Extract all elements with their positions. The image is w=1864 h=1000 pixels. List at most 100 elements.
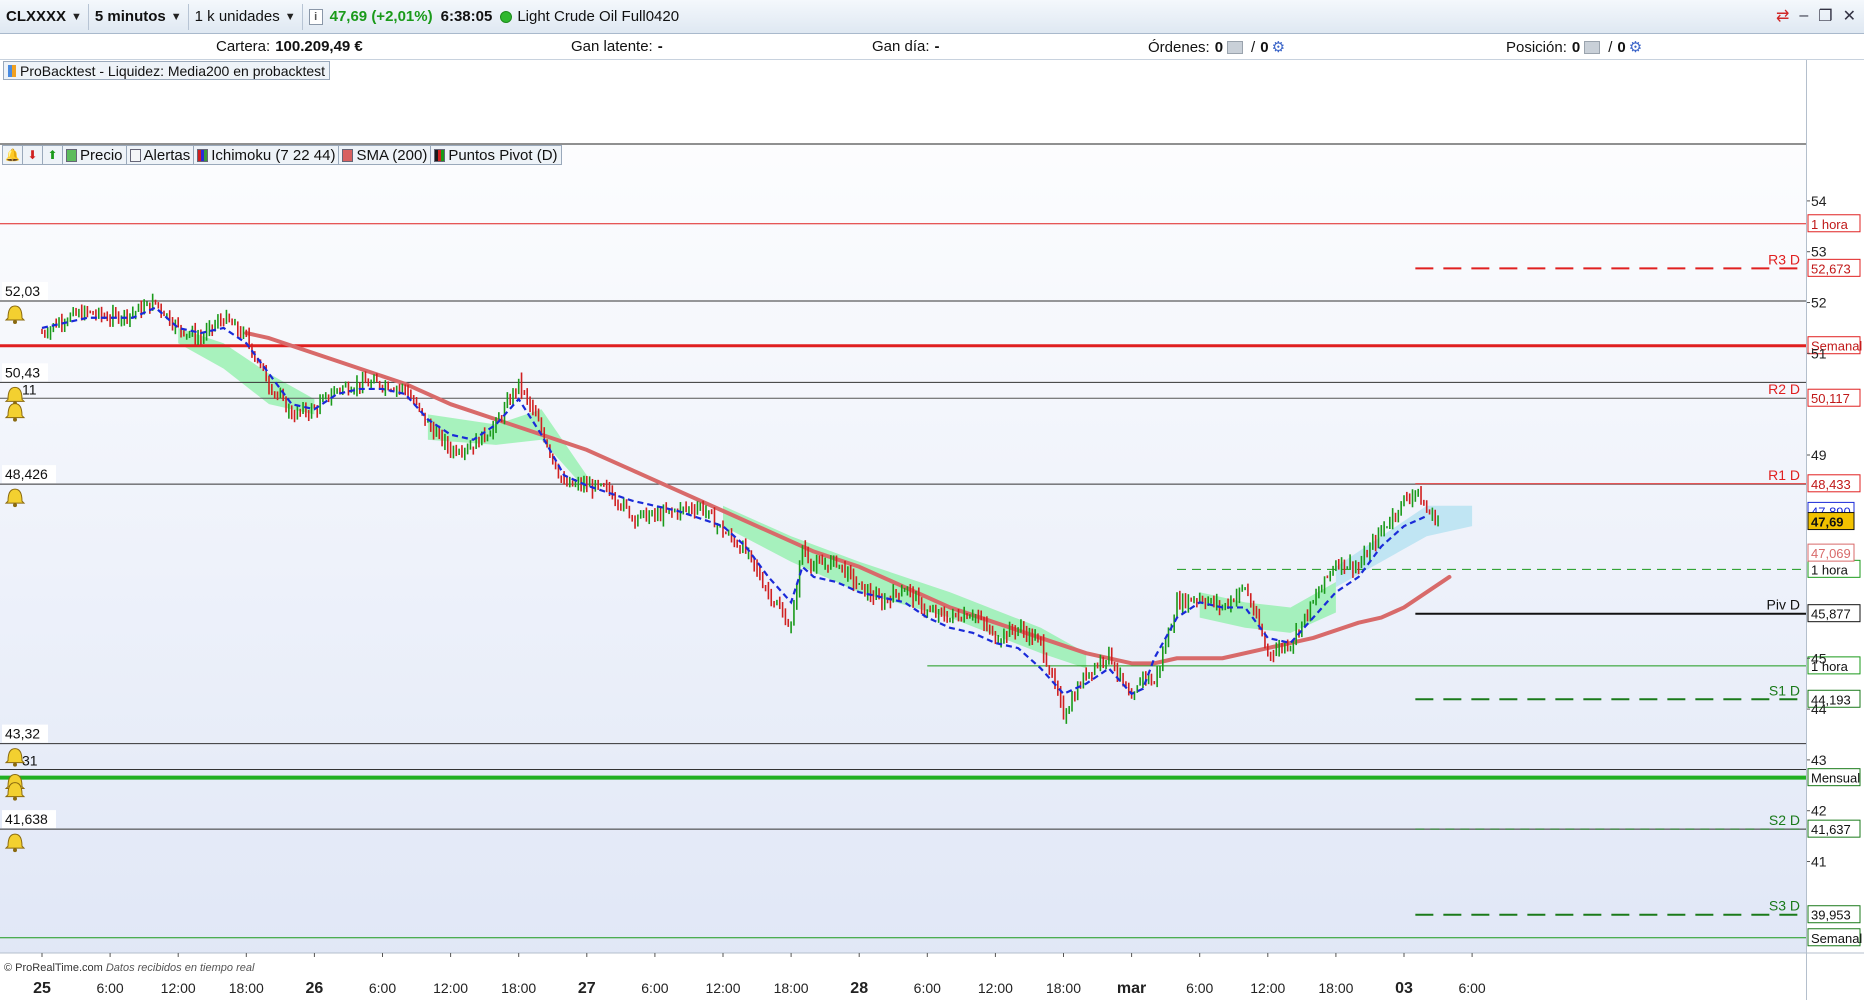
ordenes-label: Órdenes: [1148, 38, 1210, 56]
legend-item-alertas[interactable]: Alertas [127, 146, 195, 164]
info-icon[interactable]: i [308, 8, 323, 25]
y-tick-label: 43 [1811, 752, 1827, 768]
legend-label: Precio [80, 146, 123, 164]
x-tick-label: 12:00 [705, 980, 740, 996]
arrow-down-icon[interactable]: ⬇ [23, 146, 43, 164]
x-tick-label: 6:00 [369, 980, 396, 996]
gan-dia-value: - [934, 38, 940, 55]
level-value-left: 43,32 [5, 726, 40, 742]
x-tick-label: 18:00 [1046, 980, 1081, 996]
chevron-down-icon: ▼ [284, 10, 296, 23]
posicion-status: Posición: 0/0 ⚙ [1506, 38, 1642, 57]
arrow-up-icon[interactable]: ⬆ [43, 146, 63, 164]
main-toolbar: CLXXXX ▼ 5 minutos ▼ 1 k unidades ▼ i 47,69… [0, 0, 1864, 34]
pivot-level-name: Piv D [1767, 597, 1800, 613]
y-tick-label: 49 [1811, 447, 1827, 463]
maximize-icon[interactable]: ❐ [1818, 6, 1832, 26]
legend-item-pivot[interactable]: Puntos Pivot (D) [431, 146, 560, 164]
x-tick-label: 26 [306, 980, 324, 997]
legend-item-sma[interactable]: SMA (200) [339, 146, 432, 164]
ordenes-status: Órdenes: 0/0 ⚙ [1148, 38, 1285, 57]
window-controls: ⇄ – ❐ ✕ [1776, 6, 1856, 26]
account-status-bar: Cartera: 100.209,49 € Gan latente: - Gan d… [0, 34, 1864, 60]
indicator-legend-bar: 🔔 ⬇ ⬆ Precio Alertas Ichimoku (7 22 44) … [2, 145, 562, 165]
gan-dia-label: Gan día: [872, 38, 930, 55]
symbol-selector[interactable]: CLXXXX ▼ [0, 3, 89, 30]
level-tag-label: 1 hora [1811, 217, 1849, 232]
ichimoku-swatch [197, 148, 209, 162]
price-chart[interactable]: 1 hora R3 D 52,673 52,03 Semanal 50,43 R2 D 50,… [0, 60, 1864, 1000]
gear-icon[interactable]: ⚙ [1272, 38, 1285, 56]
precio-swatch [66, 148, 77, 162]
y-tick-label: 41 [1811, 854, 1827, 870]
level-tag-label: 52,673 [1811, 261, 1851, 276]
cartera-value: 100.209,49 € [275, 38, 363, 55]
level-tag-label: 1 hora [1811, 562, 1849, 577]
pivot-level-name: S2 D [1769, 812, 1800, 828]
price-tag-label: 47,69 [1811, 515, 1844, 530]
x-tick-label: 12:00 [433, 980, 468, 996]
posicion-value: 0 [1571, 38, 1581, 56]
pivot-level-name: R2 D [1768, 381, 1800, 397]
legend-label: Alertas [143, 146, 191, 164]
plot-background [0, 60, 1806, 1000]
y-tick-label: 42 [1811, 803, 1827, 819]
level-tag-label: 45,877 [1811, 607, 1851, 622]
close-icon[interactable]: ✕ [1843, 6, 1856, 26]
level-tag-label: 41,637 [1811, 822, 1851, 837]
legend-item-precio[interactable]: Precio [63, 146, 127, 164]
level-tag-label: Semanal [1811, 931, 1862, 946]
bell-clapper [13, 503, 17, 508]
x-tick-label: 12:00 [161, 980, 196, 996]
live-status-icon [500, 10, 513, 23]
x-tick-label: 6:00 [1458, 980, 1485, 996]
bell-icon[interactable]: 🔔 [3, 146, 23, 164]
x-tick-label: 6:00 [96, 980, 123, 996]
legend-label: Ichimoku (7 22 44) [211, 146, 336, 164]
gear-icon[interactable]: ⚙ [1629, 38, 1642, 56]
timeframe-label: 5 minutos [94, 8, 166, 25]
posicion-label: Posición: [1506, 38, 1567, 56]
x-tick-label: 03 [1395, 980, 1413, 997]
cartera-status: Cartera: 100.209,49 € [216, 38, 363, 55]
bell-clapper [13, 417, 17, 422]
y-tick-label: 44 [1811, 701, 1827, 717]
y-tick-label: 54 [1811, 193, 1827, 209]
x-tick-label: 6:00 [914, 980, 941, 996]
minimize-icon[interactable]: – [1799, 7, 1808, 25]
x-tick-label: 6:00 [641, 980, 668, 996]
bell-clapper [13, 762, 17, 767]
gan-dia-status: Gan día: - [872, 38, 940, 55]
gan-latente-value: - [657, 38, 663, 55]
x-tick-label: 18:00 [774, 980, 809, 996]
level-value-left: 50,43 [5, 364, 40, 380]
level-value-left: 11 [22, 382, 37, 398]
timeframe-selector[interactable]: 5 minutos ▼ [89, 3, 189, 30]
cartera-label: Cartera: [216, 38, 271, 55]
level-value-left: 31 [22, 753, 38, 769]
x-tick-label: 18:00 [1318, 980, 1353, 996]
y-tick-label: 53 [1811, 244, 1827, 260]
pivot-level-name: S1 D [1769, 682, 1800, 698]
legend-item-ichimoku[interactable]: Ichimoku (7 22 44) [194, 146, 340, 164]
posicion-separator: / [1608, 38, 1613, 56]
copyright-label: © ProRealTime.com [4, 962, 103, 974]
pivot-level-name: R3 D [1768, 251, 1800, 267]
symbol-label: CLXXXX [6, 8, 67, 25]
units-selector[interactable]: 1 k unidades ▼ [189, 3, 303, 30]
sync-icon[interactable]: ⇄ [1776, 6, 1789, 26]
ordenes-value-2: 0 [1260, 38, 1269, 56]
y-tick-label: 52 [1811, 295, 1827, 311]
bell-clapper [13, 320, 17, 325]
chart-area[interactable]: 1 hora R3 D 52,673 52,03 Semanal 50,43 R2 D 50,… [0, 60, 1864, 1000]
last-price: 47,69 (+2,01%) [329, 8, 433, 25]
gan-latente-label: Gan latente: [571, 38, 653, 55]
pivot-swatch [434, 148, 446, 162]
instrument-name: Light Crude Oil Full0420 [517, 8, 680, 25]
orders-list-icon[interactable] [1227, 40, 1244, 54]
probacktest-label[interactable]: ProBacktest - Liquidez: Media200 en prob… [3, 61, 331, 80]
bell-clapper [13, 796, 17, 801]
x-tick-label: 12:00 [1250, 980, 1285, 996]
y-axis-separator [1806, 60, 1807, 1000]
positions-list-icon[interactable] [1584, 40, 1601, 54]
